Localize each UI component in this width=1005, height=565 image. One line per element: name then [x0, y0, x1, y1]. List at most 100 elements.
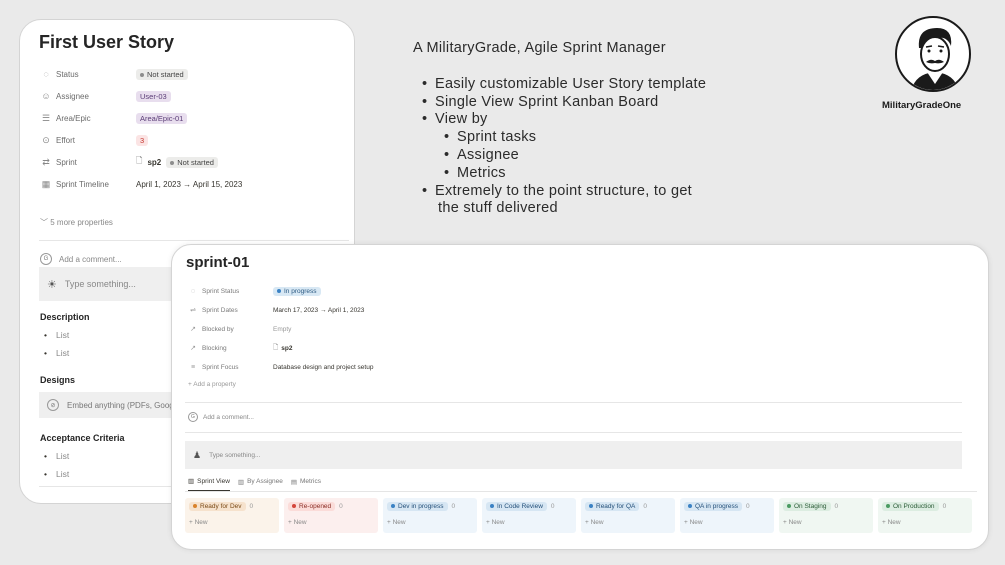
property-status[interactable]: ◌ Status Not started: [40, 67, 188, 81]
sprint-title: sprint-01: [186, 254, 250, 271]
add-comment[interactable]: G Add a comment...: [188, 412, 254, 422]
new-card-button[interactable]: + New: [486, 519, 572, 526]
blocking-link[interactable]: sp2: [281, 345, 292, 352]
kanban-column: On Production 0 + New: [878, 498, 972, 533]
feature-sub-bullet: Metrics: [413, 165, 706, 183]
list-item[interactable]: List: [44, 451, 69, 461]
kanban-column: In Code Review 0 + New: [482, 498, 576, 533]
property-blocking[interactable]: ↗ Blocking 🗋 sp2: [188, 342, 292, 354]
calendar-icon: ▦: [41, 178, 51, 189]
relation-icon: ⇄: [42, 156, 50, 167]
acceptance-heading: Acceptance Criteria: [40, 433, 125, 443]
property-sprint-timeline[interactable]: ▦ Sprint Timeline April 1, 2023 → April …: [40, 177, 243, 191]
sun-icon: ☀: [47, 278, 57, 291]
feature-bullet: Single View Sprint Kanban Board: [413, 94, 706, 112]
new-card-button[interactable]: + New: [585, 519, 671, 526]
feature-sub-bullet: Assignee: [413, 147, 706, 165]
column-status-chip[interactable]: Dev in progress: [387, 502, 448, 511]
sprint-link[interactable]: sp2: [147, 158, 161, 167]
property-sprint[interactable]: ⇄ Sprint 🗋 sp2 Not started: [40, 155, 218, 169]
column-count: 0: [550, 503, 555, 510]
new-card-button[interactable]: + New: [882, 519, 968, 526]
person-icon: ☺: [41, 91, 51, 101]
new-card-button[interactable]: + New: [684, 519, 770, 526]
view-tabs: ▥ Sprint View ▥ By Assignee ▤ Metrics: [188, 477, 321, 491]
list-item[interactable]: List: [44, 330, 69, 340]
area-epic-tag[interactable]: Area/Epic-01: [136, 112, 188, 124]
feature-sub-bullet: Sprint tasks: [413, 129, 706, 147]
property-blocked-by[interactable]: ↗ Blocked by Empty: [188, 323, 291, 335]
designs-heading: Designs: [40, 375, 76, 385]
brand-name: MilitaryGradeOne: [882, 100, 962, 111]
column-count: 0: [746, 503, 750, 510]
tab-by-assignee[interactable]: ▥ By Assignee: [238, 477, 283, 491]
property-sprint-focus[interactable]: ≡ Sprint Focus Database design and proje…: [188, 361, 374, 373]
more-properties-toggle[interactable]: ﹀ 5 more properties: [40, 217, 113, 228]
info-heading: A MilitaryGrade, Agile Sprint Manager: [413, 40, 666, 56]
tab-sprint-view[interactable]: ▥ Sprint View: [188, 477, 230, 491]
property-label: Blocking: [202, 344, 227, 352]
sprint-status-badge: Not started: [166, 156, 218, 168]
status-badge[interactable]: In progress: [273, 286, 321, 296]
kanban-column: Re-opened 0 + New: [284, 498, 378, 533]
property-sprint-status[interactable]: ◌ Sprint Status In progress: [188, 285, 321, 297]
tab-metrics[interactable]: ▤ Metrics: [291, 477, 321, 491]
sprint-focus-value: Database design and project setup: [273, 363, 374, 371]
chevron-down-icon: ﹀: [40, 218, 48, 227]
property-label: Assignee: [56, 91, 89, 101]
effort-tag[interactable]: 3: [136, 134, 149, 146]
assignee-tag[interactable]: User-03: [136, 90, 171, 102]
effort-icon: ⊙: [42, 134, 50, 145]
feature-bullet: Extremely to the point structure, to get: [413, 183, 706, 201]
embed-icon: ⊘: [47, 399, 59, 411]
column-count: 0: [834, 503, 839, 510]
new-card-button[interactable]: + New: [387, 519, 473, 526]
property-assignee[interactable]: ☺ Assignee User-03: [40, 89, 171, 103]
feature-bullet: View by: [413, 111, 706, 129]
page-icon: 🗋: [273, 343, 279, 351]
type-something-input[interactable]: ♟ Type something...: [185, 441, 962, 469]
brand-avatar-icon: [895, 16, 971, 92]
kanban-board: Ready for Dev 0 + New Re-opened 0 + New Dev in…: [185, 498, 972, 533]
board-icon: ▥: [237, 478, 245, 486]
sprint-card: sprint-01 ◌ Sprint Status In progress ⇌ …: [171, 244, 989, 550]
status-badge[interactable]: Not started: [136, 68, 188, 80]
status-icon: ◌: [190, 287, 196, 295]
list-item[interactable]: List: [44, 348, 69, 358]
property-label: Sprint Dates: [202, 306, 238, 314]
description-heading: Description: [40, 312, 90, 322]
column-status-chip[interactable]: Ready for QA: [585, 502, 640, 511]
arrow-icon: ↗: [190, 326, 196, 333]
column-status-chip[interactable]: On Staging: [783, 502, 831, 511]
column-count: 0: [451, 503, 456, 510]
property-label: Blocked by: [202, 325, 234, 333]
property-effort[interactable]: ⊙ Effort 3: [40, 133, 149, 147]
column-count: 0: [249, 503, 254, 510]
add-comment[interactable]: G Add a comment...: [40, 253, 122, 265]
property-label: Area/Epic: [56, 113, 91, 123]
dates-icon: ⇌: [190, 307, 196, 314]
table-icon: ▤: [290, 478, 298, 486]
avatar: G: [188, 412, 198, 422]
property-area-epic[interactable]: ☰ Area/Epic Area/Epic-01: [40, 111, 188, 125]
feature-bullet: Easily customizable User Story template: [413, 76, 706, 94]
new-card-button[interactable]: + New: [288, 519, 374, 526]
new-card-button[interactable]: + New: [189, 519, 275, 526]
column-status-chip[interactable]: QA in progress: [684, 502, 742, 511]
property-label: Sprint Focus: [202, 363, 239, 371]
page-title: First User Story: [39, 32, 175, 52]
property-label: Sprint Status: [202, 287, 240, 295]
column-status-chip[interactable]: In Code Review: [486, 502, 547, 511]
kanban-column: Ready for Dev 0 + New: [185, 498, 279, 533]
column-status-chip[interactable]: Re-opened: [288, 502, 336, 511]
text-icon: ≡: [190, 363, 196, 371]
column-count: 0: [339, 503, 343, 510]
column-status-chip[interactable]: On Production: [882, 502, 939, 511]
new-card-button[interactable]: + New: [783, 519, 869, 526]
feature-bullet-continued: the stuff delivered: [438, 200, 558, 217]
list-item[interactable]: List: [44, 469, 69, 479]
plus-icon: +: [188, 381, 192, 388]
add-property-button[interactable]: + Add a property: [188, 381, 236, 388]
property-sprint-dates[interactable]: ⇌ Sprint Dates March 17, 2023 → April 1,…: [188, 304, 364, 316]
column-status-chip[interactable]: Ready for Dev: [189, 502, 246, 511]
